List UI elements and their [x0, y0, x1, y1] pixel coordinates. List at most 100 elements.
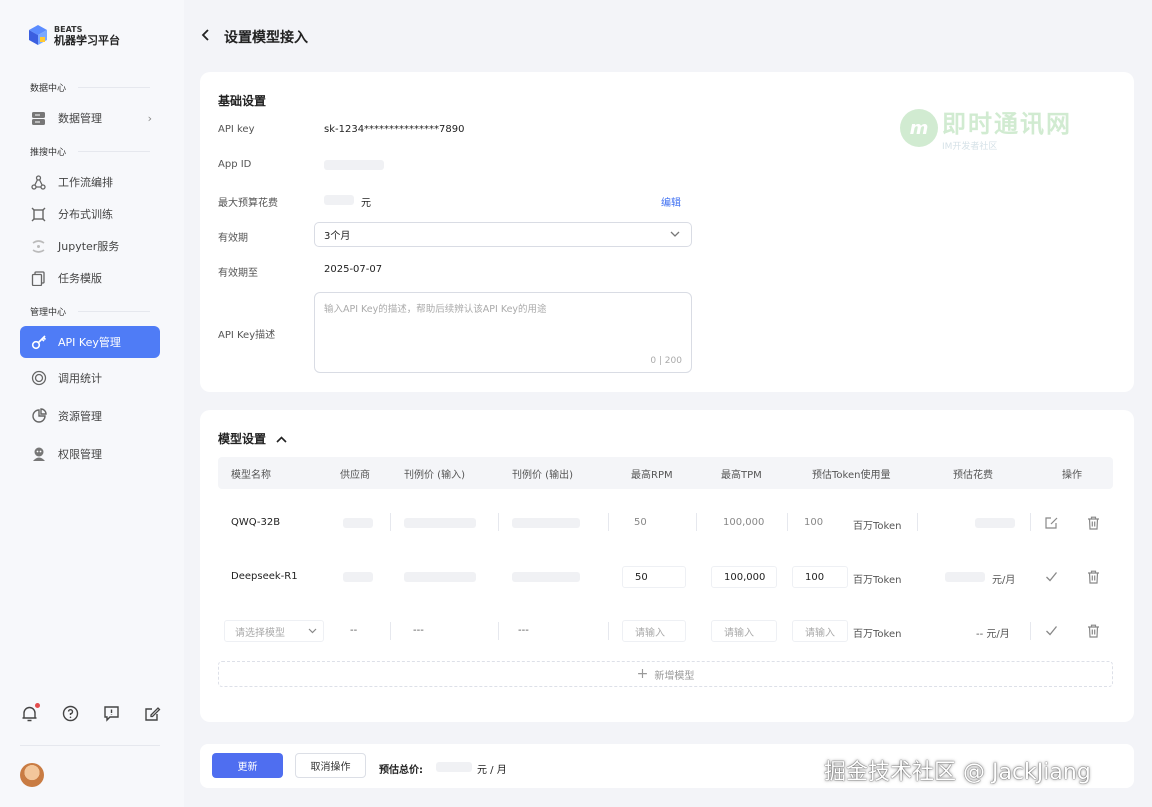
help-icon[interactable]: [61, 704, 80, 723]
brand-name: 机器学习平台: [54, 34, 120, 47]
rpm-input[interactable]: 请输入: [622, 620, 686, 642]
price-input-empty: ---: [413, 625, 424, 636]
basic-settings-card: 基础设置 m 即时通讯网 IM开发者社区 API key sk-1234****…: [200, 72, 1134, 392]
cell-divider: [608, 513, 609, 531]
watermark: m 即时通讯网 IM开发者社区: [900, 104, 1072, 152]
total-price-redacted: [436, 762, 472, 772]
sidebar-item-resources[interactable]: 资源管理: [20, 400, 160, 432]
basic-settings-heading: 基础设置: [218, 94, 267, 108]
col-max-rpm: 最高RPM: [631, 470, 673, 481]
rpm-value: 50: [634, 517, 647, 528]
token-usage-input-value: 100: [805, 571, 825, 583]
price-output-empty: ---: [518, 625, 529, 636]
update-button[interactable]: 更新: [212, 753, 283, 778]
cell-divider: [390, 513, 391, 531]
section-data-center: 数据中心: [30, 84, 67, 94]
tpm-input[interactable]: 100,000: [711, 566, 777, 588]
sidebar-item-data-management[interactable]: 数据管理 ›: [20, 102, 160, 134]
description-char-count: 0 | 200: [650, 356, 682, 366]
chip-icon: [30, 206, 47, 223]
cancel-button[interactable]: 取消操作: [295, 753, 366, 778]
tpm-input-value: 100,000: [724, 571, 766, 583]
edit-icon[interactable]: [1045, 516, 1059, 530]
watermark-logo: m: [900, 109, 938, 147]
tpm-input-placeholder: 请输入: [724, 627, 754, 639]
credit-overlay: 掘金技术社区 @ JackJiang: [824, 760, 1091, 785]
cell-divider: [390, 622, 391, 640]
avatar[interactable]: [20, 763, 44, 787]
model-settings-card: 模型设置 模型名称 供应商 刊例价 (输入) 刊例价 (输出) 最高RPM 最高…: [200, 410, 1134, 722]
budget-edit-link[interactable]: 编辑: [661, 194, 681, 209]
sidebar-item-label: Jupyter服务: [58, 240, 120, 253]
token-usage-input[interactable]: 请输入: [792, 620, 848, 642]
token-unit: 百万Token: [853, 629, 902, 640]
model-settings-header[interactable]: 模型设置: [218, 430, 287, 447]
sidebar-item-label: 工作流编排: [58, 176, 113, 189]
price-input-redacted: [404, 518, 476, 528]
sidebar-item-distributed-training[interactable]: 分布式训练: [20, 198, 160, 230]
col-max-tpm: 最高TPM: [721, 470, 762, 481]
model-name: Deepseek-R1: [231, 571, 298, 582]
cell-divider: [498, 622, 499, 640]
section-divider: [78, 151, 150, 152]
rpm-input[interactable]: 50: [622, 566, 686, 588]
model-name: QWQ-32B: [231, 517, 281, 528]
chevron-up-icon[interactable]: [276, 432, 287, 446]
token-usage-input[interactable]: 100: [792, 566, 848, 588]
watermark-sub: IM开发者社区: [942, 142, 998, 152]
model-settings-heading: 模型设置: [218, 432, 267, 446]
back-arrow-icon[interactable]: [200, 28, 212, 46]
cube-logo-icon: [29, 25, 47, 45]
col-model-name: 模型名称: [231, 470, 271, 481]
app-id-value-redacted: [324, 160, 384, 170]
key-icon: [30, 334, 47, 351]
sidebar: BEATS 机器学习平台 数据中心 数据管理 › 推搜中心 工作流编排 分布式训…: [0, 0, 184, 807]
feedback-icon[interactable]: [102, 704, 121, 723]
sidebar-item-label: 数据管理: [58, 112, 102, 125]
expire-label: 有效期至: [218, 268, 258, 279]
description-placeholder: 输入API Key的描述，帮助后续辨认该API Key的用途: [324, 304, 547, 315]
delete-icon[interactable]: [1087, 570, 1101, 584]
model-select[interactable]: 请选择模型: [224, 620, 324, 642]
database-icon: [30, 110, 47, 127]
delete-icon[interactable]: [1087, 516, 1101, 530]
sidebar-item-permissions[interactable]: 权限管理: [20, 438, 160, 470]
model-select-placeholder: 请选择模型: [235, 627, 285, 639]
tpm-value: 100,000: [723, 517, 765, 528]
app-logo[interactable]: BEATS 机器学习平台: [28, 24, 120, 46]
watermark-title: 即时通讯网: [942, 110, 1072, 138]
sidebar-item-label: 权限管理: [58, 448, 102, 461]
description-textarea[interactable]: 输入API Key的描述，帮助后续辨认该API Key的用途 0 | 200: [314, 292, 692, 373]
sidebar-item-label: 分布式训练: [58, 208, 113, 221]
cell-divider: [1030, 622, 1031, 640]
sidebar-item-api-key[interactable]: API Key管理: [20, 326, 160, 358]
sidebar-item-workflow[interactable]: 工作流编排: [20, 166, 160, 198]
col-estimated-cost: 预估花费: [953, 470, 993, 481]
tpm-input[interactable]: 请输入: [711, 620, 777, 642]
section-divider: [78, 311, 150, 312]
sidebar-item-task-template[interactable]: 任务模版: [20, 262, 160, 294]
description-label: API Key描述: [218, 330, 276, 341]
chevron-right-icon: ›: [147, 111, 152, 125]
col-price-input: 刊例价 (输入): [404, 470, 465, 481]
edit-note-icon[interactable]: [143, 704, 162, 723]
price-input-redacted: [404, 572, 476, 582]
vendor-redacted: [343, 572, 373, 582]
notification-dot: [35, 703, 40, 708]
bell-icon[interactable]: [20, 703, 40, 723]
add-model-button[interactable]: + 新增模型: [218, 661, 1113, 687]
sidebar-item-jupyter[interactable]: Jupyter服务: [20, 230, 160, 262]
sidebar-item-call-stats[interactable]: 调用统计: [20, 362, 160, 394]
budget-value-redacted: [324, 195, 354, 205]
sidebar-item-label: API Key管理: [58, 336, 121, 349]
stats-icon: [30, 370, 47, 387]
sidebar-divider: [20, 745, 160, 746]
cell-divider: [917, 513, 918, 531]
budget-label: 最大预算花费: [218, 198, 278, 209]
sidebar-item-label: 资源管理: [58, 410, 102, 423]
validity-select[interactable]: 3个月: [314, 222, 692, 247]
sidebar-item-label: 调用统计: [58, 372, 102, 385]
check-icon[interactable]: [1045, 624, 1059, 638]
check-icon[interactable]: [1045, 570, 1059, 584]
delete-icon[interactable]: [1087, 624, 1101, 638]
